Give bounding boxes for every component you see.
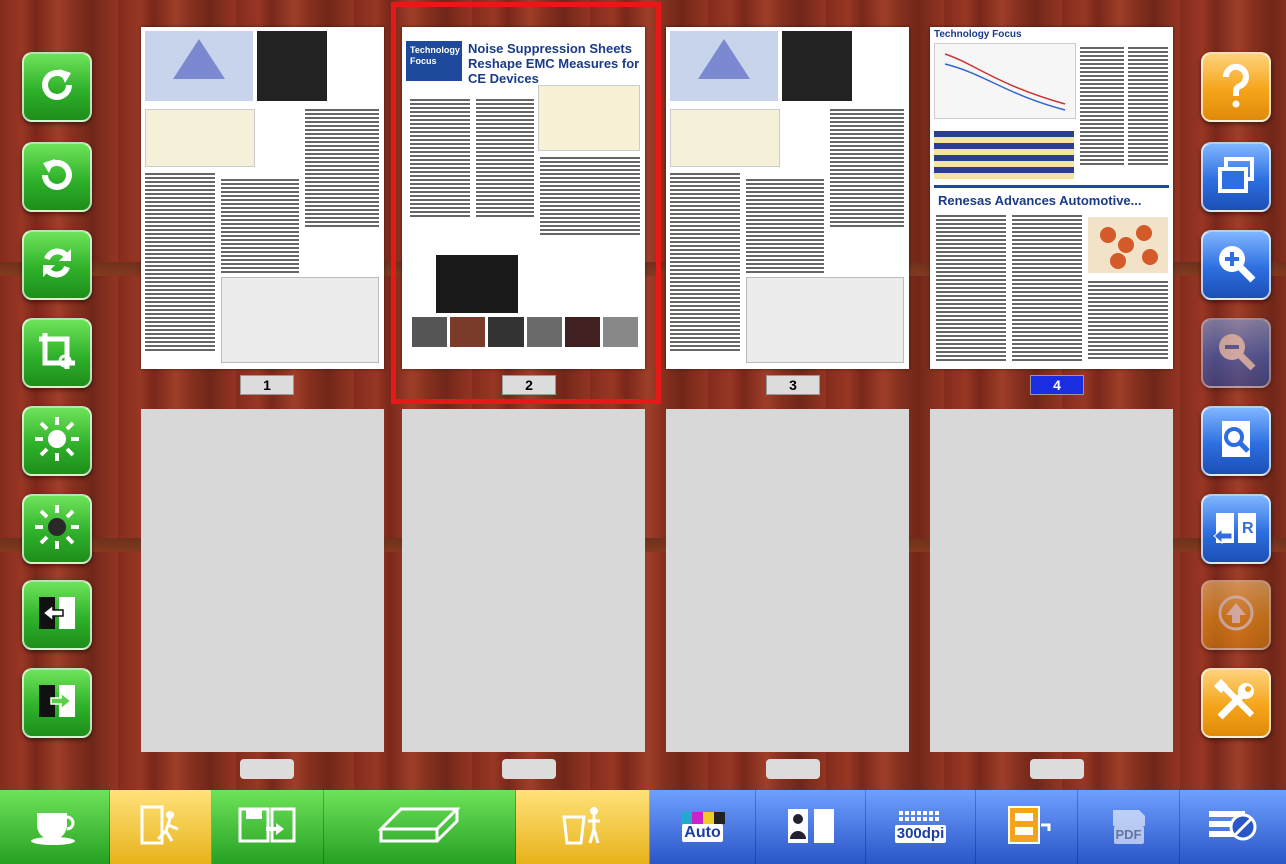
up-arrow-icon (1214, 591, 1258, 640)
rotate-counterclockwise-icon (35, 153, 79, 202)
file-output-button[interactable] (976, 790, 1078, 864)
page-graph (934, 43, 1076, 119)
swap-arrows-icon (35, 591, 79, 640)
sun-dim-icon (33, 503, 81, 556)
page-figure (145, 31, 253, 101)
empty-page-tab[interactable] (240, 759, 294, 779)
help-button[interactable] (1201, 52, 1271, 122)
upload-button[interactable] (1201, 580, 1271, 650)
page-graph (670, 109, 780, 167)
insert-page-button[interactable] (22, 668, 92, 738)
crop-button[interactable] (22, 318, 92, 388)
zoom-out-icon (1214, 329, 1258, 378)
break-button[interactable] (0, 790, 110, 864)
page-graph (145, 109, 255, 167)
auto-label: Auto (682, 824, 723, 842)
page-diagram (221, 277, 379, 363)
preview-button[interactable] (1201, 406, 1271, 476)
section-label: Technology Focus (934, 29, 1022, 40)
settings-tools-button[interactable] (1201, 668, 1271, 738)
auto-color-button[interactable]: Auto (650, 790, 756, 864)
duplicate-button[interactable] (1201, 142, 1271, 212)
exit-button[interactable] (110, 790, 212, 864)
coffee-cup-icon (27, 805, 83, 850)
auto-icon: Auto (680, 812, 725, 842)
pdf-icon: PDF (1109, 810, 1149, 844)
page-photo (782, 31, 852, 101)
tools-icon (1212, 677, 1260, 730)
page-thumbnail-4[interactable]: Technology Focus Renesas Advances Automo… (930, 27, 1173, 369)
exit-door-icon (136, 803, 186, 852)
empty-page-slot[interactable] (930, 409, 1173, 752)
page-thumbnail-3[interactable] (666, 27, 909, 369)
settings-icon (1203, 803, 1263, 852)
scanner-icon (375, 803, 465, 852)
document-search-icon (1214, 417, 1258, 466)
windows-icon (1214, 153, 1258, 202)
page-number-tab-3[interactable]: 3 (766, 375, 820, 395)
settings-button[interactable] (1180, 790, 1286, 864)
crop-icon (35, 329, 79, 378)
zoom-out-button[interactable] (1201, 318, 1271, 388)
dpi-label: 300dpi (894, 825, 947, 843)
page-figure (1088, 217, 1168, 273)
dpi-icon: 300dpi (894, 811, 947, 843)
page-thumbnail-1[interactable] (141, 27, 384, 369)
brightness-down-button[interactable] (22, 494, 92, 564)
replace-button[interactable]: R (1201, 494, 1271, 564)
cabinet-icon (1001, 803, 1053, 852)
rotate-both-icon (35, 241, 79, 290)
rotate-clockwise-icon (35, 63, 79, 112)
page-photo (257, 31, 327, 101)
empty-page-slot[interactable] (666, 409, 909, 752)
empty-page-slot[interactable] (402, 409, 645, 752)
page-number-tab-2[interactable]: 2 (502, 375, 556, 395)
zoom-in-button[interactable] (1201, 230, 1271, 300)
empty-page-tab[interactable] (766, 759, 820, 779)
zoom-in-icon (1214, 241, 1258, 290)
svg-text:R: R (1242, 520, 1254, 537)
page-diagram (746, 277, 904, 363)
pdf-label: PDF (1113, 826, 1144, 844)
page-number-tab-1[interactable]: 1 (240, 375, 294, 395)
save-disk-icon (236, 803, 300, 852)
resolution-button[interactable]: 300dpi (866, 790, 976, 864)
bottom-toolbar: Auto 300dpi PDF (0, 790, 1286, 864)
insert-page-icon (35, 679, 79, 728)
book-replace-icon: R (1212, 505, 1260, 554)
save-button[interactable] (212, 790, 324, 864)
brightness-up-button[interactable] (22, 406, 92, 476)
trash-icon (558, 803, 608, 852)
rotate-180-button[interactable] (22, 230, 92, 300)
book-person-icon (784, 803, 838, 852)
move-page-button[interactable] (22, 580, 92, 650)
page-table (934, 131, 1074, 179)
selection-frame (391, 2, 661, 404)
page-number-tab-4[interactable]: 4 (1030, 375, 1084, 395)
divider (934, 185, 1169, 188)
rotate-right-button[interactable] (22, 52, 92, 122)
sun-bright-icon (33, 415, 81, 468)
pdf-button[interactable]: PDF (1078, 790, 1180, 864)
delete-button[interactable] (516, 790, 650, 864)
book-mode-button[interactable] (756, 790, 866, 864)
empty-page-tab[interactable] (502, 759, 556, 779)
page-figure (670, 31, 778, 101)
empty-page-slot[interactable] (141, 409, 384, 752)
rotate-left-button[interactable] (22, 142, 92, 212)
article-headline: Renesas Advances Automotive... (938, 193, 1142, 208)
question-icon (1214, 61, 1258, 114)
empty-page-tab[interactable] (1030, 759, 1084, 779)
scan-button[interactable] (324, 790, 516, 864)
